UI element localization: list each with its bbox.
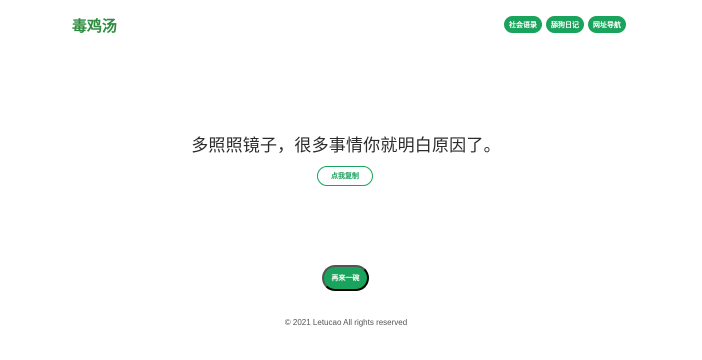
another-one-button[interactable]: 再来一碗 (322, 265, 369, 291)
nav-item-site-navigation[interactable]: 网址导航 (588, 16, 626, 33)
site-logo[interactable]: 毒鸡汤 (72, 14, 117, 36)
quote-text: 多照照镜子，很多事情你就明白原因了。 (191, 136, 501, 156)
top-nav: 社会语录 舔狗日记 网址导航 (504, 16, 626, 33)
copy-button[interactable]: 点我复制 (317, 166, 373, 186)
footer-copyright: © 2021 Letucao All rights reserved (284, 318, 408, 327)
nav-item-social-quotes[interactable]: 社会语录 (504, 16, 542, 33)
nav-item-simp-diary[interactable]: 舔狗日记 (546, 16, 584, 33)
